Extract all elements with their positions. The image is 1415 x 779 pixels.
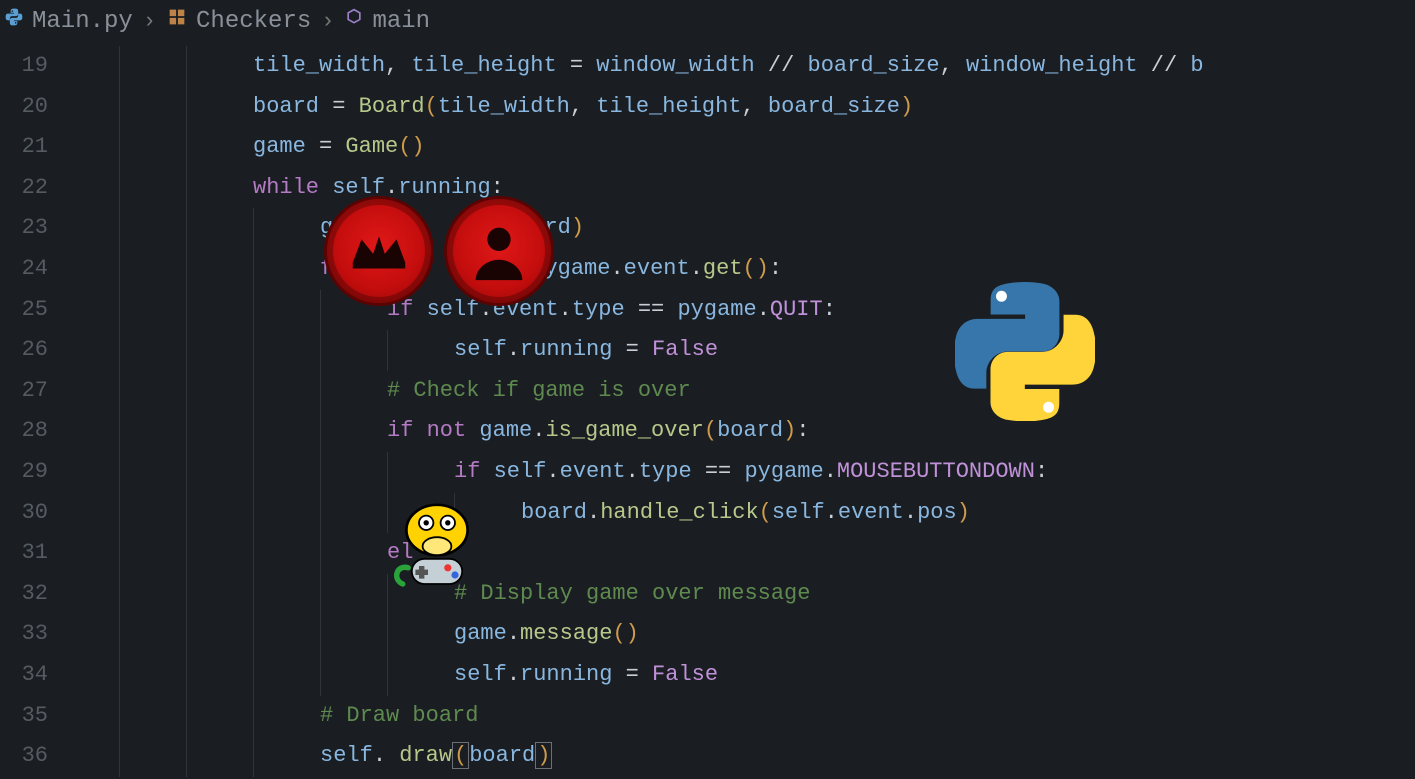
code-text: board = Board(tile_width, tile_height, b… [253, 87, 913, 128]
line-number: 34 [0, 655, 52, 696]
method-icon [344, 7, 364, 35]
breadcrumb-file-label: Main.py [32, 8, 133, 35]
line-number: 31 [0, 533, 52, 574]
line-number: 21 [0, 127, 52, 168]
code-line[interactable]: 35 # Draw board [0, 696, 1415, 737]
code-text: ga (board) [320, 208, 584, 249]
code-line[interactable]: 23 ga (board) [0, 208, 1415, 249]
code-line[interactable]: 32 # Display game over message [0, 574, 1415, 615]
code-text: game = Game() [253, 127, 425, 168]
code-editor[interactable]: 19 tile_width, tile_height = window_widt… [0, 46, 1415, 777]
breadcrumb-file[interactable]: Main.py [4, 7, 133, 35]
breadcrumb-class-label: Checkers [196, 8, 311, 35]
code-text: fo n pygame.event.get(): [320, 249, 782, 290]
line-number: 20 [0, 87, 52, 128]
code-text: board.handle_click(self.event.pos) [521, 493, 970, 534]
line-number: 35 [0, 696, 52, 737]
code-line[interactable]: 31 el [0, 533, 1415, 574]
code-line[interactable]: 29 if self.event.type == pygame.MOUSEBUT… [0, 452, 1415, 493]
line-number: 22 [0, 168, 52, 209]
code-line[interactable]: 19 tile_width, tile_height = window_widt… [0, 46, 1415, 87]
line-number: 29 [0, 452, 52, 493]
code-text: tile_width, tile_height = window_width /… [253, 46, 1204, 87]
code-line[interactable]: 36 self. draw(board) [0, 736, 1415, 777]
line-number: 19 [0, 46, 52, 87]
code-text: # Check if game is over [387, 371, 691, 412]
code-text: self.running = False [454, 330, 718, 371]
line-number: 30 [0, 493, 52, 534]
line-number: 24 [0, 249, 52, 290]
breadcrumb-class[interactable]: Checkers [166, 6, 311, 36]
code-line[interactable]: 26 self.running = False [0, 330, 1415, 371]
code-line[interactable]: 28 if not game.is_game_over(board): [0, 411, 1415, 452]
code-text: el [387, 533, 413, 574]
chevron-right-icon: › [321, 9, 334, 34]
line-number: 28 [0, 411, 52, 452]
line-number: 36 [0, 736, 52, 777]
python-file-icon [4, 7, 24, 35]
code-text: # Display game over message [454, 574, 810, 615]
code-line[interactable]: 24 fo n pygame.event.get(): [0, 249, 1415, 290]
line-number: 26 [0, 330, 52, 371]
class-icon [166, 6, 188, 36]
code-text: if not game.is_game_over(board): [387, 411, 810, 452]
code-text: self. draw(board) [320, 736, 552, 777]
code-text: if self.event.type == pygame.QUIT: [387, 290, 836, 331]
line-number: 33 [0, 614, 52, 655]
breadcrumb-func[interactable]: main [344, 7, 430, 35]
code-line[interactable]: 22 while self.running: [0, 168, 1415, 209]
code-line[interactable]: 33 game.message() [0, 614, 1415, 655]
breadcrumb-func-label: main [372, 8, 430, 35]
line-number: 25 [0, 290, 52, 331]
breadcrumb[interactable]: Main.py › Checkers › main [0, 0, 1415, 46]
code-text: while self.running: [253, 168, 504, 209]
line-number: 27 [0, 371, 52, 412]
code-text: self.running = False [454, 655, 718, 696]
code-line[interactable]: 20 board = Board(tile_width, tile_height… [0, 87, 1415, 128]
code-line[interactable]: 27 # Check if game is over [0, 371, 1415, 412]
line-number: 23 [0, 208, 52, 249]
line-number: 32 [0, 574, 52, 615]
code-text: game.message() [454, 614, 639, 655]
code-line[interactable]: 21 game = Game() [0, 127, 1415, 168]
chevron-right-icon: › [143, 9, 156, 34]
code-text: # Draw board [320, 696, 478, 737]
code-line[interactable]: 30 board.handle_click(self.event.pos) [0, 493, 1415, 534]
code-line[interactable]: 25 if self.event.type == pygame.QUIT: [0, 290, 1415, 331]
code-line[interactable]: 34 self.running = False [0, 655, 1415, 696]
code-text: if self.event.type == pygame.MOUSEBUTTON… [454, 452, 1048, 493]
